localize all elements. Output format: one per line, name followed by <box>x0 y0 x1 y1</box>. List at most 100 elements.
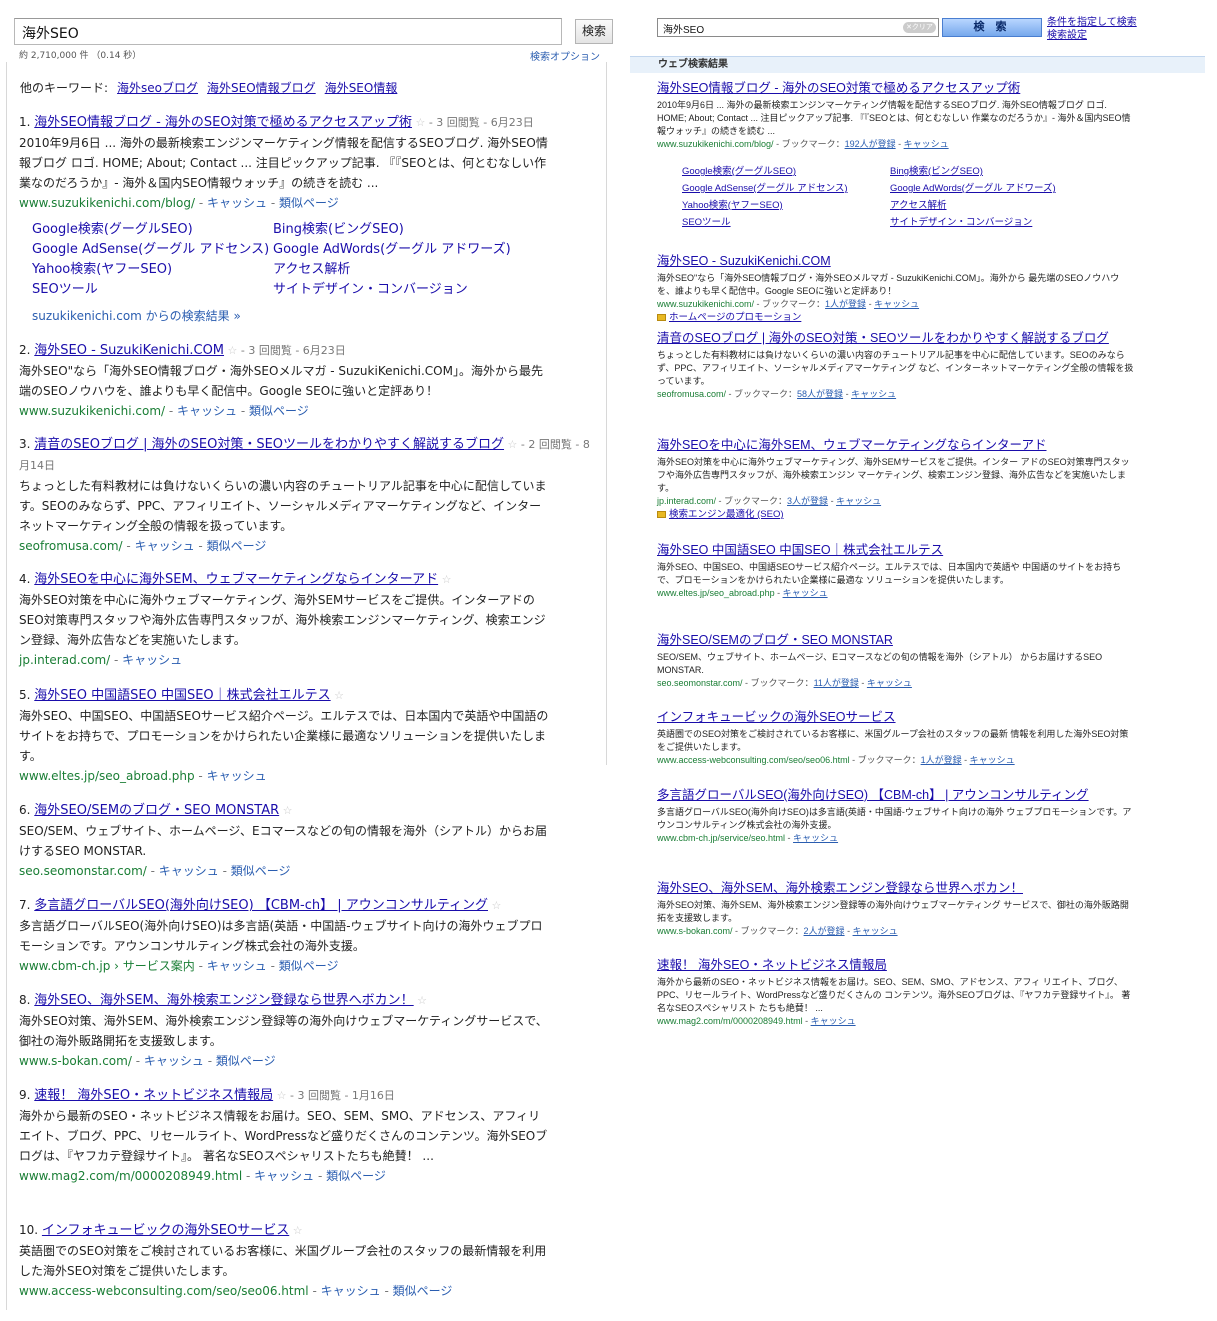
related-keyword-link[interactable]: 海外SEO情報ブログ <box>207 81 316 95</box>
category-link[interactable]: 検索エンジン最適化 (SEO) <box>657 508 1137 521</box>
cache-link[interactable]: キャッシュ <box>207 959 267 973</box>
similar-pages-link[interactable]: 類似ページ <box>326 1169 386 1183</box>
result-snippet: ちょっとした有料教材には負けないくらいの濃い内容のチュートリアル記事を中心に配信… <box>19 479 547 533</box>
cache-link[interactable]: キャッシュ <box>867 678 912 688</box>
search-settings-link[interactable]: 検索設定 <box>1047 29 1137 42</box>
cache-link[interactable]: キャッシュ <box>811 1016 856 1026</box>
cache-link[interactable]: キャッシュ <box>207 196 267 210</box>
result-title-link[interactable]: 清音のSEOブログ | 海外のSEO対策・SEOツールをわかりやすく解説するブロ… <box>657 331 1109 345</box>
result-title-link[interactable]: 速報！ 海外SEO・ネットビジネス情報局 <box>34 1088 273 1103</box>
sitelink[interactable]: Bing検索(ビングSEO) <box>273 218 404 237</box>
sitelink[interactable]: サイトデザイン・コンバージョン <box>273 278 468 297</box>
cache-link[interactable]: キャッシュ <box>177 404 237 418</box>
cache-link[interactable]: キャッシュ <box>135 539 195 553</box>
sitelink[interactable]: Google AdSense(グーグル アドセンス) <box>32 238 269 257</box>
result-title-link[interactable]: 清音のSEOブログ | 海外のSEO対策・SEOツールをわかりやすく解説するブロ… <box>34 437 504 452</box>
sitelink[interactable]: サイトデザイン・コンバージョン <box>890 214 1032 228</box>
bookmark-count-link[interactable]: 3人が登録 <box>787 496 828 506</box>
sitelink[interactable]: Yahoo検索(ヤフーSEO) <box>682 197 783 211</box>
result-title-link[interactable]: 海外SEO情報ブログ - 海外のSEO対策で極めるアクセスアップ術 <box>34 115 412 130</box>
related-keyword-link[interactable]: 海外SEO情報 <box>325 81 398 95</box>
similar-pages-link[interactable]: 類似ページ <box>279 959 339 973</box>
star-icon[interactable]: ☆ <box>273 1089 290 1102</box>
search-button[interactable]: 検 索 <box>942 18 1042 37</box>
bookmark-count-link[interactable]: 58人が登録 <box>797 389 843 399</box>
cache-link[interactable]: キャッシュ <box>159 864 219 878</box>
similar-pages-link[interactable]: 類似ページ <box>231 864 291 878</box>
result-title-link[interactable]: 海外SEO/SEMのブログ・SEO MONSTAR <box>34 803 279 818</box>
star-icon[interactable]: ☆ <box>331 689 344 702</box>
cache-link[interactable]: キャッシュ <box>904 139 949 149</box>
result-title-link[interactable]: 海外SEO/SEMのブログ・SEO MONSTAR <box>657 633 893 647</box>
cache-link[interactable]: キャッシュ <box>853 926 898 936</box>
similar-pages-link[interactable]: 類似ページ <box>207 539 267 553</box>
sitelinks-more-link[interactable]: suzukikenichi.com からの検索結果 » <box>32 307 241 324</box>
similar-pages-link[interactable]: 類似ページ <box>249 404 309 418</box>
search-options-link[interactable]: 検索オプション <box>530 48 600 63</box>
clear-button[interactable]: ✕クリア <box>903 22 936 33</box>
similar-pages-link[interactable]: 類似ページ <box>393 1284 453 1298</box>
star-icon[interactable]: ☆ <box>438 573 452 586</box>
result-title-link[interactable]: 海外SEOを中心に海外SEM、ウェブマーケティングならインターアド <box>657 438 1047 452</box>
sitelink[interactable]: Yahoo検索(ヤフーSEO) <box>32 258 172 277</box>
result-title-link[interactable]: 多言語グローバルSEO(海外向けSEO) 【CBM-ch】 | アウンコンサルテ… <box>657 788 1089 802</box>
star-icon[interactable]: ☆ <box>279 804 293 817</box>
result-title-link[interactable]: 海外SEO - SuzukiKenichi.COM <box>34 343 224 358</box>
sitelink[interactable]: アクセス解析 <box>273 258 350 277</box>
result-title-link[interactable]: 海外SEO 中国語SEO 中国SEO｜株式会社エルテス <box>657 543 943 557</box>
related-keyword-link[interactable]: 海外seoブログ <box>117 81 198 95</box>
cache-link[interactable]: キャッシュ <box>851 389 896 399</box>
bookmark-count-link[interactable]: 1人が登録 <box>921 755 962 765</box>
sitelink[interactable]: Google検索(グーグルSEO) <box>682 163 796 177</box>
result-title-link[interactable]: インフォキュービックの海外SEOサービス <box>42 1223 289 1238</box>
bookmark-label: ブックマーク： <box>762 299 826 309</box>
cache-link[interactable]: キャッシュ <box>970 755 1015 765</box>
cache-link[interactable]: キャッシュ <box>321 1284 381 1298</box>
result-meta: - 3 回閲覧 - 6月23日 <box>428 116 534 129</box>
result-title-link[interactable]: インフォキュービックの海外SEOサービス <box>657 710 896 724</box>
result-title-link[interactable]: 速報！ 海外SEO・ネットビジネス情報局 <box>657 958 887 972</box>
star-icon[interactable]: ☆ <box>488 899 501 912</box>
cache-link[interactable]: キャッシュ <box>144 1054 204 1068</box>
cache-link[interactable]: キャッシュ <box>836 496 881 506</box>
similar-pages-link[interactable]: 類似ページ <box>279 196 339 210</box>
sitelink[interactable]: SEOツール <box>32 278 98 297</box>
star-icon[interactable]: ☆ <box>224 344 241 357</box>
sitelink[interactable]: Google AdWords(グーグル アドワーズ) <box>273 238 511 257</box>
bookmark-count-link[interactable]: 11人が登録 <box>814 678 859 688</box>
category-link[interactable]: ホームページのプロモーション <box>657 311 1137 324</box>
sitelink[interactable]: Google検索(グーグルSEO) <box>32 218 193 237</box>
result-title-link[interactable]: 海外SEO 中国語SEO 中国SEO｜株式会社エルテス <box>34 688 330 703</box>
sitelink[interactable]: SEOツール <box>682 214 731 228</box>
bookmark-label: ブックマーク： <box>734 389 798 399</box>
result-title-link[interactable]: 海外SEO、海外SEM、海外検索エンジン登録なら世界へボカン！ <box>657 881 1023 895</box>
search-input[interactable]: 海外SEO <box>657 18 939 37</box>
cache-link[interactable]: キャッシュ <box>874 299 919 309</box>
search-button[interactable]: 検索 <box>575 19 613 44</box>
sitelink[interactable]: Bing検索(ビングSEO) <box>890 163 983 177</box>
advanced-search-link[interactable]: 条件を指定して検索 <box>1047 16 1137 29</box>
cache-link[interactable]: キャッシュ <box>254 1169 314 1183</box>
similar-pages-link[interactable]: 類似ページ <box>216 1054 276 1068</box>
result-title-link[interactable]: 海外SEOを中心に海外SEM、ウェブマーケティングならインターアド <box>34 572 438 587</box>
result-title-link[interactable]: 多言語グローバルSEO(海外向けSEO) 【CBM-ch】 | アウンコンサルテ… <box>34 898 488 913</box>
star-icon[interactable]: ☆ <box>414 994 427 1007</box>
result-title-link[interactable]: 海外SEO、海外SEM、海外検索エンジン登録なら世界へボカン！ <box>34 993 413 1008</box>
cache-link[interactable]: キャッシュ <box>783 588 828 598</box>
result-title-link[interactable]: 海外SEO - SuzukiKenichi.COM <box>657 254 831 268</box>
cache-link[interactable]: キャッシュ <box>793 833 838 843</box>
result-url-line: seofromusa.com/ - ブックマーク：58人が登録 - キャッシュ <box>657 388 1137 401</box>
result-title-link[interactable]: 海外SEO情報ブログ - 海外のSEO対策で極めるアクセスアップ術 <box>657 81 1020 95</box>
cache-link[interactable]: キャッシュ <box>122 653 182 667</box>
bookmark-count-link[interactable]: 192人が登録 <box>845 139 896 149</box>
cache-link[interactable]: キャッシュ <box>207 769 267 783</box>
sitelink[interactable]: Google AdWords(グーグル アドワーズ) <box>890 180 1056 194</box>
bookmark-count-link[interactable]: 2人が登録 <box>804 926 845 936</box>
sitelink[interactable]: アクセス解析 <box>890 197 947 211</box>
star-icon[interactable]: ☆ <box>289 1224 303 1237</box>
star-icon[interactable]: ☆ <box>412 116 429 129</box>
star-icon[interactable]: ☆ <box>504 438 521 451</box>
bookmark-count-link[interactable]: 1人が登録 <box>825 299 866 309</box>
sitelink[interactable]: Google AdSense(グーグル アドセンス) <box>682 180 848 194</box>
search-input[interactable]: 海外SEO <box>14 18 562 45</box>
